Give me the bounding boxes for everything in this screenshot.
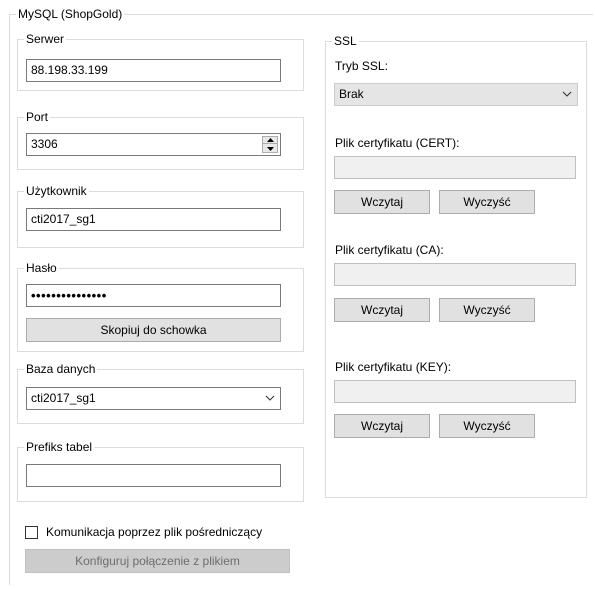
cert-load-button[interactable]: Wczytaj — [334, 190, 430, 214]
triangle-down-icon[interactable] — [263, 145, 277, 152]
password-input[interactable]: ••••••••••••••• — [26, 284, 281, 307]
key-label: Plik certyfikatu (KEY): — [335, 360, 452, 374]
cert-clear-button[interactable]: Wyczyść — [439, 190, 535, 214]
ssl-title: SSL — [334, 34, 357, 48]
prefix-label: Prefiks tabel — [26, 440, 93, 454]
server-input[interactable]: 88.198.33.199 — [26, 59, 281, 82]
key-load-button[interactable]: Wczytaj — [334, 414, 430, 438]
database-label: Baza danych — [26, 362, 96, 376]
key-clear-button[interactable]: Wyczyść — [439, 414, 535, 438]
password-label: Hasło — [26, 261, 57, 275]
database-select[interactable]: cti2017_sg1 — [26, 387, 281, 410]
prefix-input[interactable] — [26, 464, 281, 487]
ssl-mode-label: Tryb SSL: — [335, 59, 388, 73]
database-value: cti2017_sg1 — [31, 391, 96, 405]
mysql-group-title: MySQL (ShopGold) — [18, 7, 123, 21]
key-input[interactable] — [334, 380, 576, 403]
user-label: Użytkownik — [26, 184, 87, 198]
copy-to-clipboard-button[interactable]: Skopiuj do schowka — [26, 318, 281, 342]
port-spinner[interactable] — [262, 136, 278, 153]
server-label: Serwer — [26, 32, 65, 46]
ca-clear-button[interactable]: Wyczyść — [439, 298, 535, 322]
port-input[interactable]: 3306 — [26, 133, 281, 156]
ssl-mode-value: Brak — [339, 87, 364, 101]
triangle-up-icon[interactable] — [263, 137, 277, 144]
port-label: Port — [26, 110, 49, 124]
configure-file-connection-button[interactable]: Konfiguruj połączenie z plikiem — [25, 549, 290, 573]
ca-input[interactable] — [334, 263, 576, 286]
cert-input[interactable] — [334, 156, 576, 179]
ca-label: Plik certyfikatu (CA): — [335, 243, 444, 257]
ssl-mode-select[interactable]: Brak — [334, 83, 578, 106]
cert-label: Plik certyfikatu (CERT): — [335, 136, 460, 150]
chevron-down-icon — [562, 91, 572, 97]
intermediate-file-label[interactable]: Komunikacja poprzez plik pośredniczący — [46, 525, 262, 539]
user-input[interactable]: cti2017_sg1 — [26, 208, 281, 231]
port-value: 3306 — [31, 137, 58, 151]
intermediate-file-checkbox[interactable] — [25, 526, 38, 539]
ca-load-button[interactable]: Wczytaj — [334, 298, 430, 322]
chevron-down-icon — [265, 395, 275, 401]
